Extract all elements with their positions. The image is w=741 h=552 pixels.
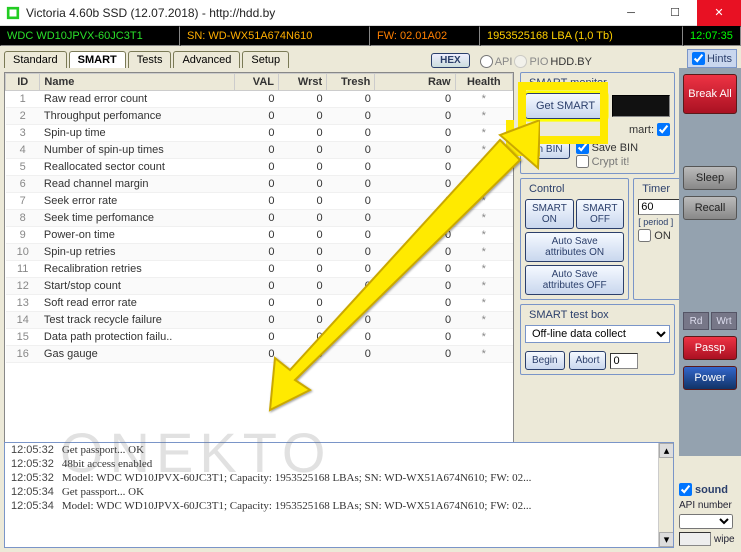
col-raw[interactable]: Raw [375, 74, 455, 91]
scroll-down-icon[interactable]: ▾ [659, 532, 674, 547]
passp-button[interactable]: Passp [683, 336, 737, 360]
table-row[interactable]: 7Seek error rate0000* [6, 193, 513, 210]
tab-advanced[interactable]: Advanced [173, 51, 240, 68]
control-group: Control SMART ON SMART OFF Auto Save att… [520, 178, 629, 300]
table-row[interactable]: 3Spin-up time0000* [6, 125, 513, 142]
table-row[interactable]: 1Raw read error count0000* [6, 91, 513, 108]
status-clock: 12:07:35 [683, 26, 741, 46]
status-fw: FW: 02.01A02 [370, 26, 480, 46]
maximize-button[interactable]: ☐ [653, 0, 697, 26]
status-strip: WDC WD10JPVX-60JC3T1 SN: WD-WX51A674N610… [0, 26, 741, 46]
table-row[interactable]: 11Recalibration retries0000* [6, 261, 513, 278]
timer-on-check[interactable] [638, 229, 651, 242]
api-radio[interactable] [480, 55, 493, 68]
rd-wrt-indicator: Rd Wrt [683, 312, 737, 330]
hints-check[interactable]: Hints [687, 49, 737, 68]
power-button[interactable]: Power [683, 366, 737, 390]
window-titlebar: Victoria 4.60b SSD (12.07.2018) - http:/… [0, 0, 741, 26]
table-row[interactable]: 4Number of spin-up times0000* [6, 142, 513, 159]
log-scrollbar[interactable]: ▴ ▾ [658, 443, 673, 547]
scroll-up-icon[interactable]: ▴ [659, 443, 674, 458]
sleep-button[interactable]: Sleep [683, 166, 737, 190]
close-button[interactable]: ✕ [697, 0, 741, 26]
hints-checkbox[interactable] [692, 52, 705, 65]
smart-test-box-group: SMART test box Off-line data collect Beg… [520, 304, 675, 375]
table-row[interactable]: 14Test track recycle failure0000* [6, 312, 513, 329]
abort-button[interactable]: Abort [569, 351, 607, 370]
get-smart-button[interactable]: Get SMART [525, 93, 606, 119]
status-lba: 1953525168 LBA (1,0 Tb) [480, 26, 683, 46]
status-model: WDC WD10JPVX-60JC3T1 [0, 26, 180, 46]
col-name[interactable]: Name [40, 74, 235, 91]
table-row[interactable]: 16Gas gauge0000* [6, 346, 513, 363]
tab-standard[interactable]: Standard [4, 51, 67, 68]
smart-test-select[interactable]: Off-line data collect [525, 325, 670, 343]
log-panel[interactable]: 12:05:32Get passport... OK12:05:3248bit … [4, 442, 674, 548]
app-icon [6, 6, 20, 20]
log-line: 12:05:32Get passport... OK [5, 443, 673, 457]
recall-button[interactable]: Recall [683, 196, 737, 220]
col-id[interactable]: ID [6, 74, 40, 91]
log-line: 12:05:3248bit access enabled [5, 457, 673, 471]
log-line: 12:05:34Model: WDC WD10JPVX-60JC3T1; Cap… [5, 499, 673, 513]
table-row[interactable]: 8Seek time perfomance0000* [6, 210, 513, 227]
table-row[interactable]: 10Spin-up retries0000* [6, 244, 513, 261]
table-row[interactable]: 6Read channel margin0000* [6, 176, 513, 193]
smart-monitor-display [612, 95, 670, 117]
tab-tests[interactable]: Tests [128, 51, 172, 68]
timer-value[interactable] [638, 199, 680, 215]
timer-group: Timer [ period ] ON [633, 178, 685, 300]
status-sn: SN: WD-WX51A674N610 [180, 26, 370, 46]
hex-button[interactable]: HEX [431, 53, 470, 68]
tab-smart[interactable]: SMART [69, 51, 126, 68]
tab-bar: Standard SMART Tests Advanced Setup HEX … [0, 46, 741, 68]
window-title: Victoria 4.60b SSD (12.07.2018) - http:/… [26, 6, 609, 20]
hddby-label: HDD.BY [550, 56, 592, 68]
col-health[interactable]: Health [455, 74, 512, 91]
smart-off-button[interactable]: SMART OFF [576, 199, 625, 229]
tab-setup[interactable]: Setup [242, 51, 289, 68]
table-row[interactable]: 12Start/stop count0000* [6, 278, 513, 295]
minimize-button[interactable]: ─ [609, 0, 653, 26]
log-line: 12:05:34Get passport... OK [5, 485, 673, 499]
usb-checkbox[interactable] [657, 123, 670, 136]
smart-on-button[interactable]: SMART ON [525, 199, 574, 229]
table-row[interactable]: 9Power-on time0000* [6, 227, 513, 244]
action-column: Break All Sleep Recall Rd Wrt Passp Powe… [679, 68, 741, 456]
col-tresh[interactable]: Tresh [327, 74, 375, 91]
log-line: 12:05:32Model: WDC WD10JPVX-60JC3T1; Cap… [5, 471, 673, 485]
table-row[interactable]: 2Throughput perfomance0000* [6, 108, 513, 125]
autosave-off-button[interactable]: Auto Save attributes OFF [525, 265, 624, 295]
begin-button[interactable]: Begin [525, 351, 565, 370]
far-bottom-controls: sound API number wipe [679, 482, 737, 546]
smart-monitor-group: SMART monitor Get SMART mart: en BIN Sav… [520, 72, 675, 174]
table-row[interactable]: 13Soft read error rate0000* [6, 295, 513, 312]
table-row[interactable]: 5Reallocated sector count0000* [6, 159, 513, 176]
open-bin-button[interactable]: en BIN [525, 140, 570, 159]
crypt-it-check[interactable] [576, 155, 589, 168]
pio-radio [514, 55, 527, 68]
sound-check[interactable] [679, 483, 692, 496]
col-val[interactable]: VAL [235, 74, 279, 91]
mode-radios: API PIO HDD.BY [480, 55, 592, 68]
save-bin-check[interactable] [576, 141, 589, 154]
testbox-count[interactable] [610, 353, 638, 369]
wipe-indicator [679, 532, 711, 546]
break-all-button[interactable]: Break All [683, 74, 737, 114]
col-wrst[interactable]: Wrst [278, 74, 326, 91]
smart-table: ID Name VAL Wrst Tresh Raw Health 1Raw r… [4, 72, 514, 456]
autosave-on-button[interactable]: Auto Save attributes ON [525, 232, 624, 262]
api-number-select[interactable] [679, 514, 733, 529]
table-row[interactable]: 15Data path protection failu..0000* [6, 329, 513, 346]
